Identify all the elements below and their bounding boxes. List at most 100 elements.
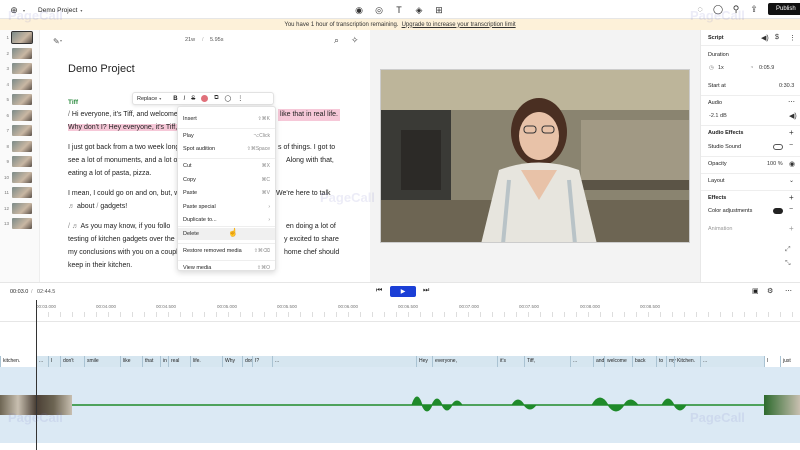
- timeline-word[interactable]: welcome: [604, 356, 632, 367]
- target-icon[interactable]: ◎: [373, 4, 385, 16]
- color-adjustments-toggle[interactable]: [773, 208, 783, 214]
- opacity-value[interactable]: 100 %: [767, 161, 783, 167]
- menu-item-paste[interactable]: Paste ⌘V: [178, 187, 275, 199]
- audio-db-value[interactable]: -2.1 dB: [709, 113, 727, 119]
- script-tab[interactable]: Script: [708, 35, 724, 41]
- checklist-icon[interactable]: ◌: [694, 3, 706, 15]
- more-icon[interactable]: ⋯: [788, 98, 795, 106]
- timeline-word[interactable]: real: [168, 356, 190, 367]
- script-line[interactable]: We're here to talk: [276, 190, 331, 197]
- play-button[interactable]: ▶: [390, 286, 416, 297]
- menu-item-view-media[interactable]: View media ⇧⌘O: [178, 262, 275, 274]
- speaker-icon[interactable]: ◀): [789, 112, 797, 120]
- menu-item-play[interactable]: Play ⌥Click: [178, 130, 275, 142]
- timeline-word[interactable]: just: [780, 356, 800, 367]
- script-line-highlighted[interactable]: like that in real life.: [280, 111, 338, 118]
- chevron-down-icon[interactable]: ⌄: [789, 177, 794, 184]
- timeline-word[interactable]: back: [632, 356, 656, 367]
- timeline-word[interactable]: smile: [84, 356, 120, 367]
- script-line[interactable]: I mean, I could go on and on, but, w: [68, 190, 179, 197]
- menu-item-insert[interactable]: Insert ⇧⌘K: [178, 113, 275, 125]
- timeline-word[interactable]: ...: [272, 356, 416, 367]
- timeline-word[interactable]: my: [666, 356, 676, 367]
- script-line[interactable]: home chef should: [284, 249, 339, 256]
- scene-thumbnail[interactable]: 10: [0, 170, 39, 186]
- chevron-down-icon[interactable]: ▾: [23, 8, 25, 13]
- app-logo-icon[interactable]: ⊕: [8, 4, 20, 16]
- timeline-word[interactable]: I?: [252, 356, 272, 367]
- chevron-down-icon[interactable]: ▾: [159, 96, 161, 101]
- script-line[interactable]: about: [77, 203, 95, 210]
- upgrade-link[interactable]: Upgrade to increase your transcription l…: [402, 22, 516, 28]
- shapes-icon[interactable]: ◈: [413, 4, 425, 16]
- scene-thumbnail[interactable]: 11: [0, 185, 39, 201]
- bold-icon[interactable]: B: [173, 96, 177, 102]
- menu-item-delete[interactable]: Delete: [178, 228, 275, 240]
- scene-thumbnail[interactable]: 2: [0, 46, 39, 62]
- timeline-word[interactable]: ...: [570, 356, 593, 367]
- menu-item-copy[interactable]: Copy ⌘C: [178, 174, 275, 186]
- italic-icon[interactable]: I: [184, 96, 186, 102]
- script-line[interactable]: y excited to share: [284, 236, 339, 243]
- timeline-word[interactable]: Kitchen.: [674, 356, 700, 367]
- timeline-word[interactable]: ...: [36, 356, 48, 367]
- script-line[interactable]: eating a lot of pasta, pizza.: [68, 170, 151, 177]
- scene-thumbnail[interactable]: 1: [0, 30, 39, 46]
- menu-item-spot-audition[interactable]: Spot audition ⇧⌘Space: [178, 143, 275, 155]
- studio-sound-toggle[interactable]: [773, 144, 783, 150]
- timeline-word[interactable]: Tiff,: [524, 356, 570, 367]
- minus-icon[interactable]: −: [789, 142, 793, 149]
- collapse-icon[interactable]: ⤡: [785, 260, 791, 268]
- timeline-word[interactable]: Hey: [416, 356, 432, 367]
- script-line[interactable]: As you may know, if you follo: [80, 223, 170, 230]
- layout-icon[interactable]: ▣: [752, 287, 759, 295]
- search-icon[interactable]: ⌕: [334, 35, 339, 46]
- scene-thumbnail[interactable]: 5: [0, 92, 39, 108]
- menu-item-restore-removed-media[interactable]: Restore removed media ⇧⌘⌫: [178, 245, 275, 257]
- chevron-down-icon[interactable]: ▾: [60, 38, 62, 43]
- edit-icon[interactable]: ✎: [53, 37, 60, 46]
- minus-icon[interactable]: −: [789, 206, 793, 213]
- timeline-word[interactable]: Why: [222, 356, 242, 367]
- start-value[interactable]: 0:30.3: [779, 83, 794, 89]
- playhead[interactable]: [36, 300, 37, 450]
- project-title[interactable]: Demo Project: [38, 7, 77, 14]
- dollar-icon[interactable]: $: [775, 34, 779, 41]
- timeline-word[interactable]: ...: [700, 356, 764, 367]
- add-user-icon[interactable]: ⚲: [730, 3, 742, 15]
- skip-forward-icon[interactable]: ⏭: [423, 287, 429, 295]
- script-line[interactable]: gadgets!: [100, 203, 127, 210]
- more-icon[interactable]: ⋯: [785, 287, 792, 295]
- script-line-highlighted[interactable]: Why don't I? Hey everyone, it's Tiff,: [68, 124, 178, 131]
- script-line[interactable]: en doing a lot of: [286, 223, 336, 230]
- add-icon[interactable]: +: [789, 224, 794, 233]
- speaker-label[interactable]: Tiff: [68, 99, 78, 106]
- scene-thumbnail[interactable]: 3: [0, 61, 39, 77]
- script-line[interactable]: see a lot of monuments, and a lot of: [68, 157, 179, 164]
- expand-icon[interactable]: ⤢: [785, 246, 791, 254]
- timeline-word[interactable]: in: [160, 356, 168, 367]
- scene-thumbnail[interactable]: 4: [0, 77, 39, 93]
- timeline-word[interactable]: I: [764, 356, 780, 367]
- menu-item-paste-special[interactable]: Paste special ›: [178, 201, 275, 213]
- menu-item-duplicate-to[interactable]: Duplicate to... ›: [178, 214, 275, 226]
- scene-thumbnail[interactable]: 9: [0, 154, 39, 170]
- timeline-word[interactable]: it's: [497, 356, 524, 367]
- grid-icon[interactable]: ⊞: [433, 4, 445, 16]
- timeline-word[interactable]: and: [593, 356, 604, 367]
- timeline-word[interactable]: kitchen.: [0, 356, 36, 367]
- text-icon[interactable]: T: [393, 4, 405, 16]
- comments-icon[interactable]: ◯: [712, 3, 724, 15]
- copy-icon[interactable]: ⧉: [214, 95, 218, 102]
- video-preview[interactable]: [380, 69, 690, 243]
- replace-button[interactable]: Replace: [137, 96, 157, 102]
- more-icon[interactable]: ⋮: [789, 34, 796, 42]
- skip-back-icon[interactable]: ⏮: [376, 287, 382, 295]
- add-icon[interactable]: +: [789, 128, 794, 137]
- speaker-icon[interactable]: ◀): [761, 34, 769, 42]
- timeline-word[interactable]: life.: [190, 356, 222, 367]
- menu-item-cut[interactable]: Cut ⌘X: [178, 160, 275, 172]
- script-line[interactable]: Along with that,: [286, 157, 334, 164]
- speed-value[interactable]: 1x: [718, 65, 724, 71]
- scene-thumbnail[interactable]: 6: [0, 108, 39, 124]
